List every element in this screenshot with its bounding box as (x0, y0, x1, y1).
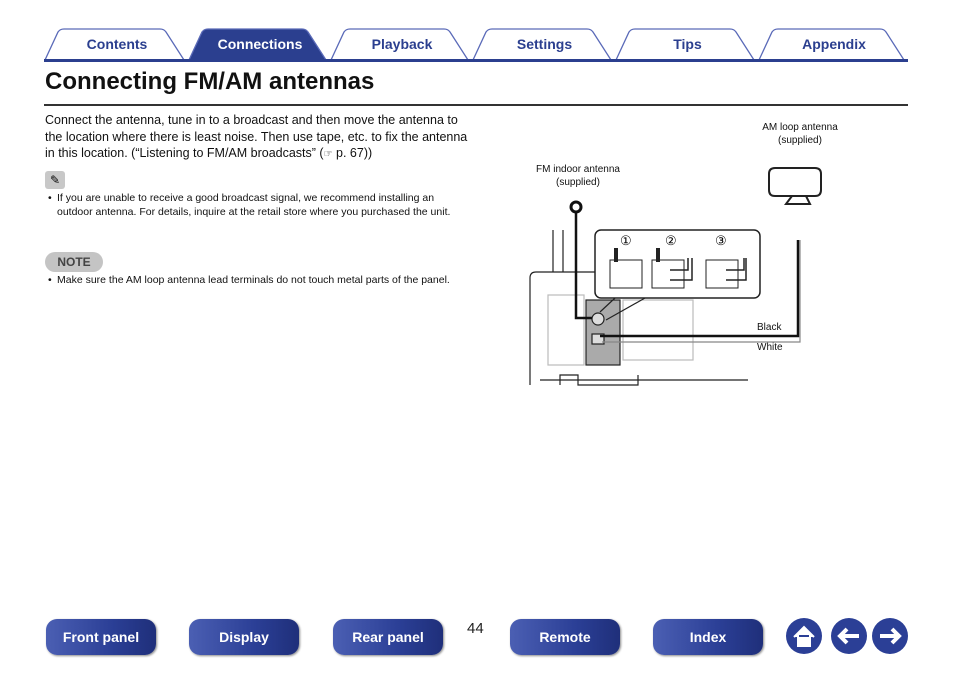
tab-tips[interactable]: Tips (615, 28, 760, 60)
page-reference-link[interactable]: p. 67)) (336, 146, 372, 160)
tab-settings[interactable]: Settings (472, 28, 617, 60)
svg-text:①: ① (620, 233, 632, 248)
home-button[interactable] (786, 618, 822, 654)
page-number: 44 (467, 620, 484, 637)
arrow-left-icon (837, 627, 859, 645)
home-icon (793, 625, 815, 647)
antenna-connection-diagram: ① ② ③ (529, 167, 822, 386)
intro-text: Connect the antenna, tune in to a broadc… (45, 113, 468, 160)
tab-underline (44, 59, 908, 62)
am-antenna-label: AM loop antenna (supplied) (762, 122, 838, 146)
arrow-right-icon (880, 627, 902, 645)
svg-text:③: ③ (715, 233, 727, 248)
back-button[interactable] (831, 618, 867, 654)
svg-text:②: ② (665, 233, 677, 248)
front-panel-button[interactable]: Front panel (46, 619, 156, 655)
rear-panel-button[interactable]: Rear panel (333, 619, 443, 655)
title-divider (44, 104, 908, 106)
tab-contents[interactable]: Contents (44, 28, 190, 60)
remote-button[interactable]: Remote (510, 619, 620, 655)
tab-connections[interactable]: Connections (188, 28, 332, 60)
page-title: Connecting FM/AM antennas (45, 68, 375, 95)
memo-item: • If you are unable to receive a good bro… (48, 192, 451, 218)
index-button[interactable]: Index (653, 619, 763, 655)
reference-icon: ☞ (323, 149, 333, 160)
note-badge: NOTE (45, 252, 103, 272)
note-item: • Make sure the AM loop antenna lead term… (48, 274, 450, 286)
display-button[interactable]: Display (189, 619, 299, 655)
tab-playback[interactable]: Playback (330, 28, 474, 60)
tab-appendix[interactable]: Appendix (758, 28, 910, 60)
forward-button[interactable] (872, 618, 908, 654)
pencil-icon: ✎ (45, 171, 65, 189)
